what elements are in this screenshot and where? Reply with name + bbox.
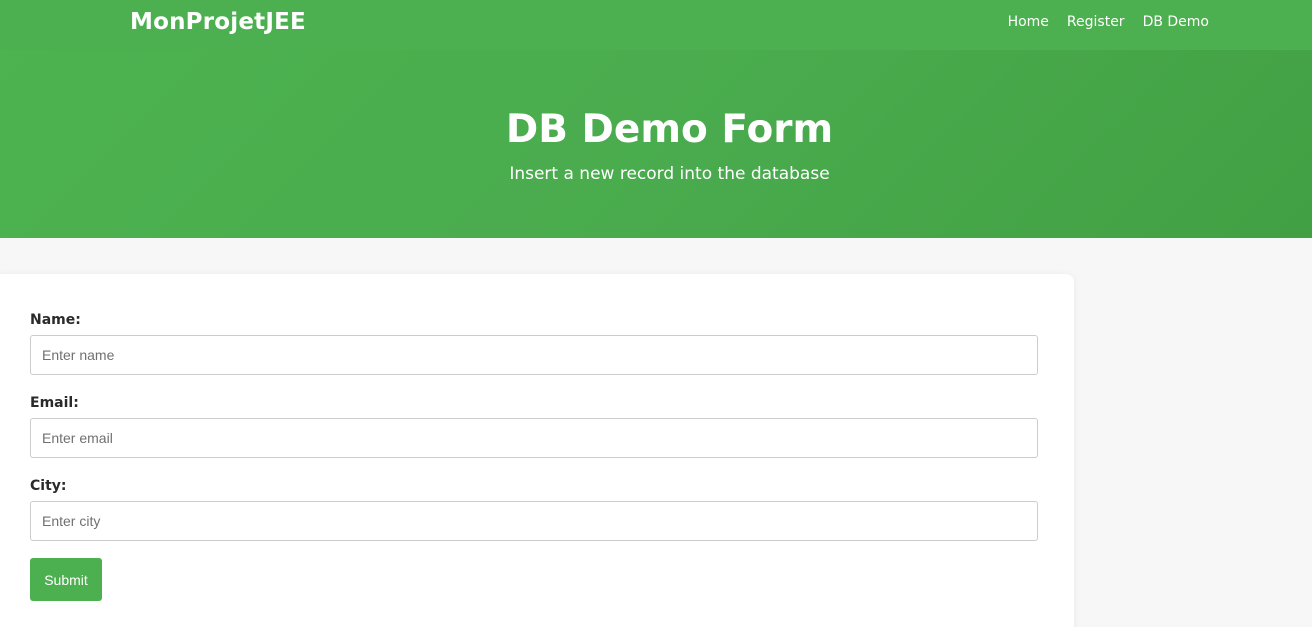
name-label: Name:	[30, 312, 81, 328]
city-input[interactable]	[30, 501, 1038, 541]
name-input[interactable]	[30, 335, 1038, 375]
email-input[interactable]	[30, 418, 1038, 458]
submit-button[interactable]: Submit	[30, 558, 102, 601]
nav-link-db-demo[interactable]: DB Demo	[1143, 13, 1209, 31]
navbar: MonProjetJEE Home Register DB Demo	[0, 0, 1312, 50]
page-subtitle: Insert a new record into the database	[509, 164, 830, 184]
nav-link-register[interactable]: Register	[1067, 13, 1125, 31]
email-label: Email:	[30, 395, 79, 411]
nav-link-home[interactable]: Home	[1008, 13, 1049, 31]
brand-logo-link[interactable]: MonProjetJEE	[130, 6, 306, 38]
page-title: DB Demo Form	[505, 107, 834, 152]
city-label: City:	[30, 478, 67, 494]
nav-links: Home Register DB Demo	[1008, 13, 1209, 31]
page: MonProjetJEE Home Register DB Demo DB De…	[0, 0, 1312, 627]
hero-banner: MonProjetJEE Home Register DB Demo DB De…	[0, 0, 1312, 238]
